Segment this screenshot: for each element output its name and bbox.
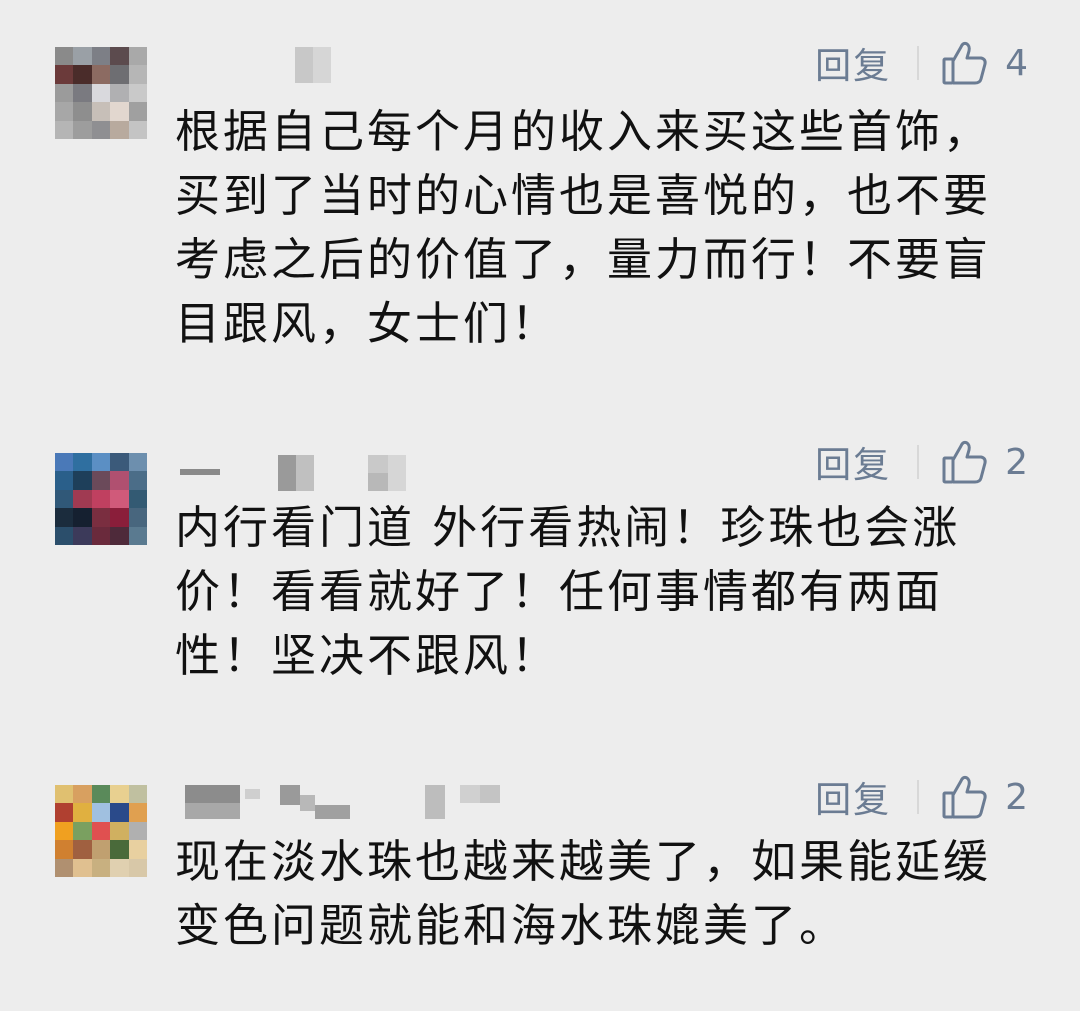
like-button[interactable]: 2 <box>941 773 1028 821</box>
divider <box>917 445 920 479</box>
comment-item: 回复 2 现在淡水珠也越来越美了，如果能延缓变色问题就能和海水珠媲美了。 <box>0 740 1080 1011</box>
reply-button[interactable]: 回复 <box>815 436 891 488</box>
comment-text: 现在淡水珠也越来越美了，如果能延缓变色问题就能和海水珠媲美了。 <box>175 835 992 952</box>
comment-actions: 回复 4 <box>815 33 1028 93</box>
comment-text: 根据自己每个月的收入来买这些首饰，买到了当时的心情也是喜悦的，也不要考虑之后的价… <box>175 105 992 350</box>
like-count: 2 <box>1005 441 1028 483</box>
divider <box>917 780 920 814</box>
avatar[interactable] <box>55 785 147 877</box>
like-button[interactable]: 4 <box>941 39 1028 87</box>
username-blurred[interactable] <box>180 455 410 491</box>
avatar[interactable] <box>55 47 147 139</box>
comment-item: 回复 2 内行看门道 外行看热闹！珍珠也会涨价！看看就好了！任何事情都有两面性！… <box>0 400 1080 720</box>
comment-text: 内行看门道 外行看热闹！珍珠也会涨价！看看就好了！任何事情都有两面性！坚决不跟风… <box>175 501 961 682</box>
avatar[interactable] <box>55 453 147 545</box>
reply-button[interactable]: 回复 <box>815 771 891 823</box>
thumbs-up-icon <box>941 438 989 486</box>
thumbs-up-icon <box>941 39 989 87</box>
comment-actions: 回复 2 <box>815 432 1028 492</box>
like-count: 2 <box>1005 776 1028 818</box>
comment-item: 回复 4 根据自己每个月的收入来买这些首饰，买到了当时的心情也是喜悦的，也不要考… <box>0 0 1080 380</box>
divider <box>917 46 920 80</box>
username-blurred[interactable] <box>185 785 505 821</box>
username-blurred[interactable] <box>295 47 335 83</box>
like-button[interactable]: 2 <box>941 438 1028 486</box>
thumbs-up-icon <box>941 773 989 821</box>
comment-actions: 回复 2 <box>815 767 1028 827</box>
like-count: 4 <box>1005 42 1028 84</box>
reply-button[interactable]: 回复 <box>815 37 891 89</box>
